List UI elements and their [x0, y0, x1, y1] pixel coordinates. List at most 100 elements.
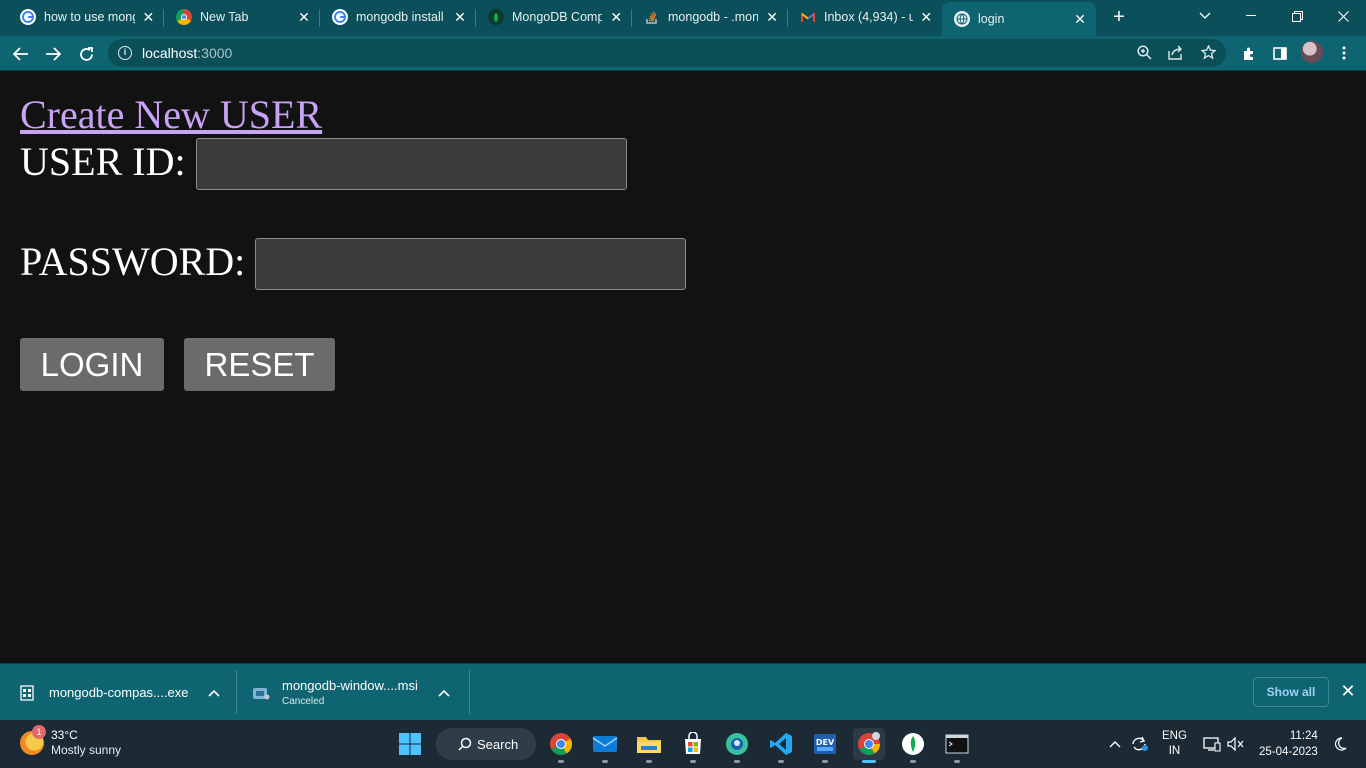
shelf-divider	[236, 670, 237, 714]
password-label: PASSWORD:	[20, 239, 246, 284]
close-tab-icon[interactable]: ✕	[764, 9, 780, 26]
clock-time: 11:24	[1289, 730, 1318, 742]
profile-avatar[interactable]	[1301, 41, 1323, 63]
tab-title: MongoDB Comp	[512, 10, 603, 24]
close-tab-icon[interactable]: ✕	[1072, 11, 1088, 28]
exe-file-icon	[20, 684, 34, 701]
google-icon	[20, 9, 36, 25]
running-indicator	[822, 760, 828, 763]
tab-stackoverflow[interactable]: mongodb - .mon ✕	[632, 0, 788, 34]
close-tab-icon[interactable]: ✕	[296, 9, 312, 26]
tab-google-search[interactable]: how to use mong ✕	[8, 0, 164, 34]
close-window-button[interactable]	[1320, 0, 1366, 32]
tab-search-chevron-icon[interactable]	[1182, 0, 1228, 32]
lang-bottom: IN	[1168, 745, 1181, 757]
tab-login[interactable]: login ✕	[942, 2, 1096, 36]
close-tab-icon[interactable]: ✕	[141, 9, 156, 26]
tab-strip: how to use mong ✕ New Tab ✕ mongodb inst…	[0, 0, 1366, 36]
edge-icon[interactable]	[721, 728, 753, 763]
forward-button[interactable]	[40, 41, 66, 67]
gmail-icon	[800, 9, 816, 25]
msi-installer-icon	[252, 685, 270, 701]
terminal-icon[interactable]	[941, 728, 973, 763]
show-hidden-icons-chevron[interactable]	[1109, 720, 1121, 768]
tab-title: Inbox (4,934) - u	[824, 10, 913, 24]
download-item-mongodb-msi[interactable]: mongodb-window....msi Canceled	[252, 664, 458, 721]
user-id-label: USER ID:	[20, 139, 186, 184]
zoom-icon[interactable]	[1133, 41, 1155, 63]
stackoverflow-icon	[644, 9, 660, 25]
weather-desc: Mostly sunny	[51, 743, 122, 757]
mail-icon[interactable]	[589, 728, 621, 763]
tab-mongodb-install[interactable]: mongodb install ✕	[320, 0, 476, 34]
focus-moon-icon[interactable]	[1333, 720, 1347, 768]
running-indicator	[602, 760, 608, 763]
dev-home-icon[interactable]: DEV	[809, 728, 841, 763]
page-content: Create New USER USER ID: PASSWORD: LOGIN…	[0, 71, 1366, 663]
address-bar[interactable]: i localhost:3000	[108, 39, 1226, 67]
show-all-downloads-button[interactable]: Show all	[1253, 677, 1329, 707]
chevron-up-icon[interactable]	[438, 686, 450, 700]
windows-start-icon[interactable]	[394, 728, 426, 760]
password-input[interactable]	[255, 238, 686, 290]
tab-title: New Tab	[200, 10, 249, 24]
tab-gmail-inbox[interactable]: Inbox (4,934) - u ✕	[788, 0, 942, 34]
language-indicator[interactable]: ENG IN	[1162, 720, 1187, 768]
volume-muted-icon[interactable]	[1227, 720, 1245, 768]
weather-widget[interactable]: 1 33°C Mostly sunny	[20, 725, 121, 758]
share-icon[interactable]	[1165, 41, 1187, 63]
download-text: mongodb-window....msi Canceled	[282, 678, 418, 707]
running-indicator	[910, 760, 916, 763]
ms-store-icon[interactable]	[677, 728, 709, 763]
chrome-active-icon[interactable]	[853, 728, 885, 763]
download-shelf: mongodb-compas....exe mongodb-window....…	[0, 663, 1366, 720]
globe-icon	[954, 11, 970, 27]
reset-button[interactable]: RESET	[184, 338, 335, 391]
vscode-icon[interactable]	[765, 728, 797, 763]
restore-button[interactable]	[1274, 0, 1320, 32]
browser-toolbar: i localhost:3000	[0, 36, 1366, 71]
side-panel-icon[interactable]	[1267, 40, 1293, 66]
back-button[interactable]	[8, 41, 34, 67]
bookmark-star-icon[interactable]	[1197, 41, 1219, 63]
new-tab-button[interactable]: +	[1108, 6, 1130, 28]
chrome-icon[interactable]	[545, 728, 577, 763]
reload-button[interactable]	[73, 41, 99, 67]
google-icon	[332, 9, 348, 25]
taskbar-search[interactable]: Search	[436, 728, 536, 760]
chevron-up-icon[interactable]	[208, 686, 221, 700]
minimize-button[interactable]	[1228, 0, 1274, 32]
weather-badge: 1	[32, 725, 46, 739]
tab-mongodb-compass[interactable]: MongoDB Comp ✕	[476, 0, 632, 34]
tab-new-tab[interactable]: New Tab ✕	[164, 0, 320, 34]
login-button[interactable]: LOGIN	[20, 338, 164, 391]
lang-top: ENG	[1162, 730, 1187, 742]
file-explorer-icon[interactable]	[633, 728, 665, 763]
menu-kebab-icon[interactable]	[1331, 40, 1357, 66]
clock-date: 25-04-2023	[1259, 746, 1318, 758]
site-info-icon[interactable]: i	[118, 46, 132, 60]
close-tab-icon[interactable]: ✕	[608, 9, 624, 26]
create-new-user-link[interactable]: Create New USER	[20, 91, 322, 139]
clock[interactable]: 11:24 25-04-2023	[1259, 720, 1318, 768]
close-tab-icon[interactable]: ✕	[919, 9, 934, 26]
active-indicator	[862, 760, 876, 763]
tab-title: how to use mong	[44, 10, 135, 24]
tab-title: mongodb install	[356, 10, 444, 24]
mongodb-compass-icon[interactable]	[897, 728, 929, 763]
shelf-divider	[469, 670, 470, 714]
running-indicator	[734, 760, 740, 763]
close-shelf-icon[interactable]: ✕	[1338, 681, 1358, 701]
user-id-input[interactable]	[196, 138, 627, 190]
download-item-compass[interactable]: mongodb-compas....exe	[20, 664, 232, 721]
chrome-icon	[176, 9, 192, 25]
download-filename: mongodb-compas....exe	[49, 685, 189, 700]
extensions-icon[interactable]	[1236, 40, 1262, 66]
sync-icon[interactable]	[1130, 720, 1150, 768]
search-icon	[458, 737, 472, 751]
network-display-icon[interactable]	[1203, 720, 1221, 768]
close-tab-icon[interactable]: ✕	[452, 9, 468, 26]
running-indicator	[778, 760, 784, 763]
weather-text: 33°C Mostly sunny	[51, 728, 121, 758]
download-status: Canceled	[282, 696, 325, 707]
